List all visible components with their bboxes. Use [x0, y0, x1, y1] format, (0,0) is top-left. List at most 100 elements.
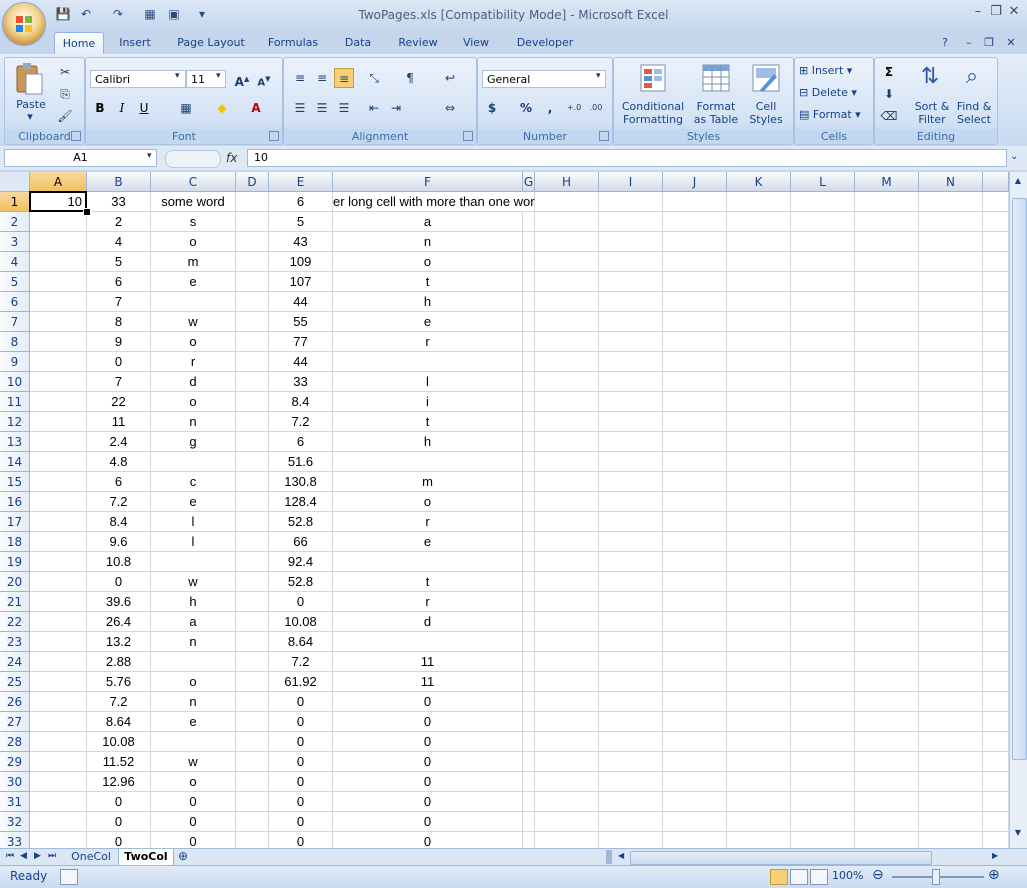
fill-handle[interactable]: [83, 208, 91, 216]
cell-i11[interactable]: [599, 392, 663, 412]
cell-g27[interactable]: [523, 712, 535, 732]
cell-i19[interactable]: [599, 552, 663, 572]
cell-k2[interactable]: [727, 212, 791, 232]
increase-indent-icon[interactable]: ⇥: [386, 98, 406, 118]
cell-a30[interactable]: [30, 772, 87, 792]
decrease-decimal-button[interactable]: .00: [586, 98, 606, 118]
tab-review[interactable]: Review: [390, 32, 446, 54]
cell-k9[interactable]: [727, 352, 791, 372]
cell-h29[interactable]: [535, 752, 599, 772]
scroll-left-icon[interactable]: ◀: [618, 851, 624, 860]
cell-g8[interactable]: [523, 332, 535, 352]
formula-bar-resize-handle[interactable]: [165, 150, 221, 168]
tab-data[interactable]: Data: [336, 32, 380, 54]
cell-h18[interactable]: [535, 532, 599, 552]
cell-c2[interactable]: s: [151, 212, 236, 232]
cell-c16[interactable]: e: [151, 492, 236, 512]
cell-b1[interactable]: 33: [87, 192, 151, 212]
cell-a18[interactable]: [30, 532, 87, 552]
cell-i8[interactable]: [599, 332, 663, 352]
cell-d11[interactable]: [236, 392, 269, 412]
cell-b3[interactable]: 4: [87, 232, 151, 252]
cell-h23[interactable]: [535, 632, 599, 652]
row-header[interactable]: 1: [0, 192, 30, 212]
cell-j32[interactable]: [663, 812, 727, 832]
cell-g3[interactable]: [523, 232, 535, 252]
cell-i5[interactable]: [599, 272, 663, 292]
cell-l4[interactable]: [791, 252, 855, 272]
cell-i31[interactable]: [599, 792, 663, 812]
cell-c3[interactable]: o: [151, 232, 236, 252]
row-header[interactable]: 18: [0, 532, 30, 552]
cell-m30[interactable]: [855, 772, 919, 792]
cell-g5[interactable]: [523, 272, 535, 292]
cell-b13[interactable]: 2.4: [87, 432, 151, 452]
cell-d27[interactable]: [236, 712, 269, 732]
cell-j9[interactable]: [663, 352, 727, 372]
cell-m9[interactable]: [855, 352, 919, 372]
cell-f15[interactable]: m: [333, 472, 523, 492]
cell-g10[interactable]: [523, 372, 535, 392]
cell-m31[interactable]: [855, 792, 919, 812]
cell-g19[interactable]: [523, 552, 535, 572]
cell-j13[interactable]: [663, 432, 727, 452]
row-header[interactable]: 31: [0, 792, 30, 812]
row-header[interactable]: 23: [0, 632, 30, 652]
cell-c13[interactable]: g: [151, 432, 236, 452]
cell-m26[interactable]: [855, 692, 919, 712]
cell-j16[interactable]: [663, 492, 727, 512]
cell-h12[interactable]: [535, 412, 599, 432]
cell-j24[interactable]: [663, 652, 727, 672]
cell-e22[interactable]: 10.08: [269, 612, 333, 632]
cell-a7[interactable]: [30, 312, 87, 332]
cell-i12[interactable]: [599, 412, 663, 432]
zoom-level[interactable]: 100%: [832, 869, 863, 882]
cell-e2[interactable]: 5: [269, 212, 333, 232]
cell-j27[interactable]: [663, 712, 727, 732]
cell-l21[interactable]: [791, 592, 855, 612]
cell-h2[interactable]: [535, 212, 599, 232]
cell-n23[interactable]: [919, 632, 983, 652]
cell-a29[interactable]: [30, 752, 87, 772]
cell-n9[interactable]: [919, 352, 983, 372]
cell-j11[interactable]: [663, 392, 727, 412]
cell-f1[interactable]: er long cell with more than one word: [333, 192, 535, 212]
row-header[interactable]: 22: [0, 612, 30, 632]
cell-j19[interactable]: [663, 552, 727, 572]
cell-a15[interactable]: [30, 472, 87, 492]
cell-k16[interactable]: [727, 492, 791, 512]
cell-d19[interactable]: [236, 552, 269, 572]
cell-g6[interactable]: [523, 292, 535, 312]
cell-m29[interactable]: [855, 752, 919, 772]
cell-e10[interactable]: 33: [269, 372, 333, 392]
cell-k11[interactable]: [727, 392, 791, 412]
cell-k6[interactable]: [727, 292, 791, 312]
zoom-in-icon[interactable]: ⊕: [988, 867, 1000, 883]
cell-n6[interactable]: [919, 292, 983, 312]
cell-k27[interactable]: [727, 712, 791, 732]
vertical-scrollbar[interactable]: ▲ ▼: [1009, 172, 1027, 848]
autosum-icon[interactable]: Σ: [879, 62, 899, 82]
cell-e29[interactable]: 0: [269, 752, 333, 772]
align-center-icon[interactable]: ☰: [312, 98, 332, 118]
maximize-button[interactable]: ❐: [986, 4, 1006, 22]
cell-l22[interactable]: [791, 612, 855, 632]
row-header[interactable]: 15: [0, 472, 30, 492]
cell-a17[interactable]: [30, 512, 87, 532]
cell-d7[interactable]: [236, 312, 269, 332]
cell-h26[interactable]: [535, 692, 599, 712]
cell-i25[interactable]: [599, 672, 663, 692]
cell-c31[interactable]: 0: [151, 792, 236, 812]
cell-l3[interactable]: [791, 232, 855, 252]
cell-d29[interactable]: [236, 752, 269, 772]
cell-l27[interactable]: [791, 712, 855, 732]
cell-c23[interactable]: n: [151, 632, 236, 652]
font-name-combo[interactable]: Calibri: [90, 70, 186, 88]
cell-f27[interactable]: 0: [333, 712, 523, 732]
cell-a12[interactable]: [30, 412, 87, 432]
tab-view[interactable]: View: [456, 32, 496, 54]
cell-c32[interactable]: 0: [151, 812, 236, 832]
cell-a21[interactable]: [30, 592, 87, 612]
cell-d22[interactable]: [236, 612, 269, 632]
cell-b28[interactable]: 10.08: [87, 732, 151, 752]
